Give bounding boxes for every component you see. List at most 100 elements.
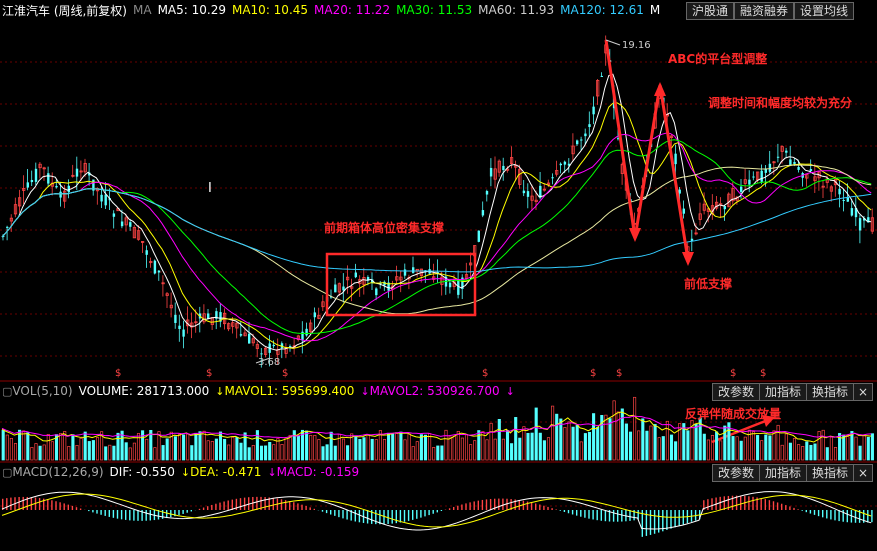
volume-bar (669, 434, 674, 461)
s-marker: $ (760, 368, 766, 379)
volume-bar (715, 431, 719, 461)
set-ma-button[interactable]: 设置均线 (794, 2, 855, 20)
volume-bar (284, 437, 288, 461)
macd-bar (612, 510, 615, 522)
volume-bar (493, 438, 497, 461)
volume-bar (325, 444, 329, 461)
grid-lines (0, 61, 877, 507)
candle-body (145, 250, 148, 255)
macd-collapse-icon[interactable]: ▢ (2, 466, 12, 479)
macd-bar (871, 510, 873, 523)
volume-bar (235, 437, 239, 461)
vol-close-button[interactable]: × (853, 383, 874, 401)
candle-body (305, 328, 308, 336)
hk-connect-button[interactable]: 沪股通 (686, 2, 735, 20)
macd-bar (752, 496, 754, 510)
macd-bar (354, 510, 356, 522)
volume-bar (223, 438, 227, 461)
macd-bar (535, 503, 537, 510)
volume-bar (460, 437, 464, 461)
macd-bar (789, 506, 791, 510)
vol-add-indicator-button[interactable]: 加指标 (759, 383, 808, 401)
volume-bar (186, 433, 190, 461)
volume-bar (399, 431, 403, 461)
candle-body (174, 314, 177, 323)
candle-body (100, 194, 103, 202)
macd-close-button[interactable]: × (853, 464, 874, 482)
volume-bar (177, 433, 182, 461)
macd-bar (740, 495, 742, 510)
volume-bar (464, 434, 469, 461)
macd-add-indicator-button[interactable]: 加指标 (759, 464, 808, 482)
macd-params-button[interactable]: 改参数 (712, 464, 761, 482)
ma-line (1, 73, 872, 351)
candle-body (842, 199, 845, 201)
macd-switch-indicator-button[interactable]: 换指标 (806, 464, 855, 482)
volume-bar (710, 434, 715, 461)
macd-bar (649, 510, 652, 535)
volume-bar (858, 445, 862, 461)
macd-bar (846, 510, 848, 523)
macd-bar (707, 499, 709, 510)
candle-body (207, 313, 210, 319)
macd-bar (489, 498, 492, 510)
volume-bar (141, 430, 145, 461)
macd-bar (366, 510, 369, 524)
volume-bar (542, 440, 546, 461)
volume-value: VOLUME: 281713.000 (78, 384, 210, 398)
volume-bar (481, 431, 485, 461)
candle-body (678, 189, 681, 194)
ma-line (1, 139, 872, 335)
macd-bar (448, 508, 451, 510)
margin-trading-button[interactable]: 融资融券 (734, 2, 795, 20)
volume-bar (448, 436, 452, 461)
macd-bar (469, 502, 471, 510)
volume-bar (760, 440, 764, 461)
macd-bar (407, 510, 410, 521)
volume-bar (538, 432, 542, 461)
macd-bar (395, 510, 397, 524)
macd-bar (645, 510, 648, 536)
candle-body (403, 269, 407, 276)
candle-body (178, 325, 181, 329)
macd-bar (776, 502, 779, 510)
volume-bar (436, 445, 440, 461)
volume-bar (34, 443, 38, 461)
candle-body (768, 163, 772, 172)
volume-bar (362, 437, 366, 461)
candle-body (289, 346, 292, 348)
volume-bar (407, 433, 411, 461)
volume-bar (50, 441, 54, 461)
volume-bar (42, 444, 46, 461)
macd-bar (477, 500, 479, 510)
annotation-low-support: 前低支撑 (684, 277, 733, 291)
vol-switch-indicator-button[interactable]: 换指标 (806, 383, 855, 401)
macd-bar (342, 510, 344, 519)
vol-params-button[interactable]: 改参数 (712, 383, 761, 401)
vol-collapse-icon[interactable]: ▢ (2, 385, 12, 398)
volume-bar (624, 423, 628, 461)
arrow-head-c (682, 252, 694, 266)
volume-bar (579, 441, 583, 461)
macd-bar (223, 501, 225, 510)
candle-body (674, 153, 677, 165)
s-markers: $ $ $ $ $ $ $ $ (115, 368, 766, 379)
macd-bar (805, 510, 807, 513)
macd-bar (166, 510, 168, 519)
macd-bar (100, 510, 102, 515)
macd-bar (38, 498, 41, 510)
macd-bar (391, 510, 393, 524)
macd-bar (465, 503, 467, 510)
volume-bar (67, 446, 71, 461)
s-marker: $ (616, 368, 622, 379)
macd-bar (293, 502, 295, 510)
volume-bar (559, 418, 563, 461)
volume-bar (206, 440, 210, 461)
volume-bar (645, 430, 649, 461)
volume-bar (813, 443, 817, 461)
volume-bar (510, 443, 514, 461)
candle-body (740, 186, 743, 192)
candle-body (752, 176, 755, 178)
volume-bar (473, 440, 477, 461)
macd-bar (399, 510, 402, 523)
